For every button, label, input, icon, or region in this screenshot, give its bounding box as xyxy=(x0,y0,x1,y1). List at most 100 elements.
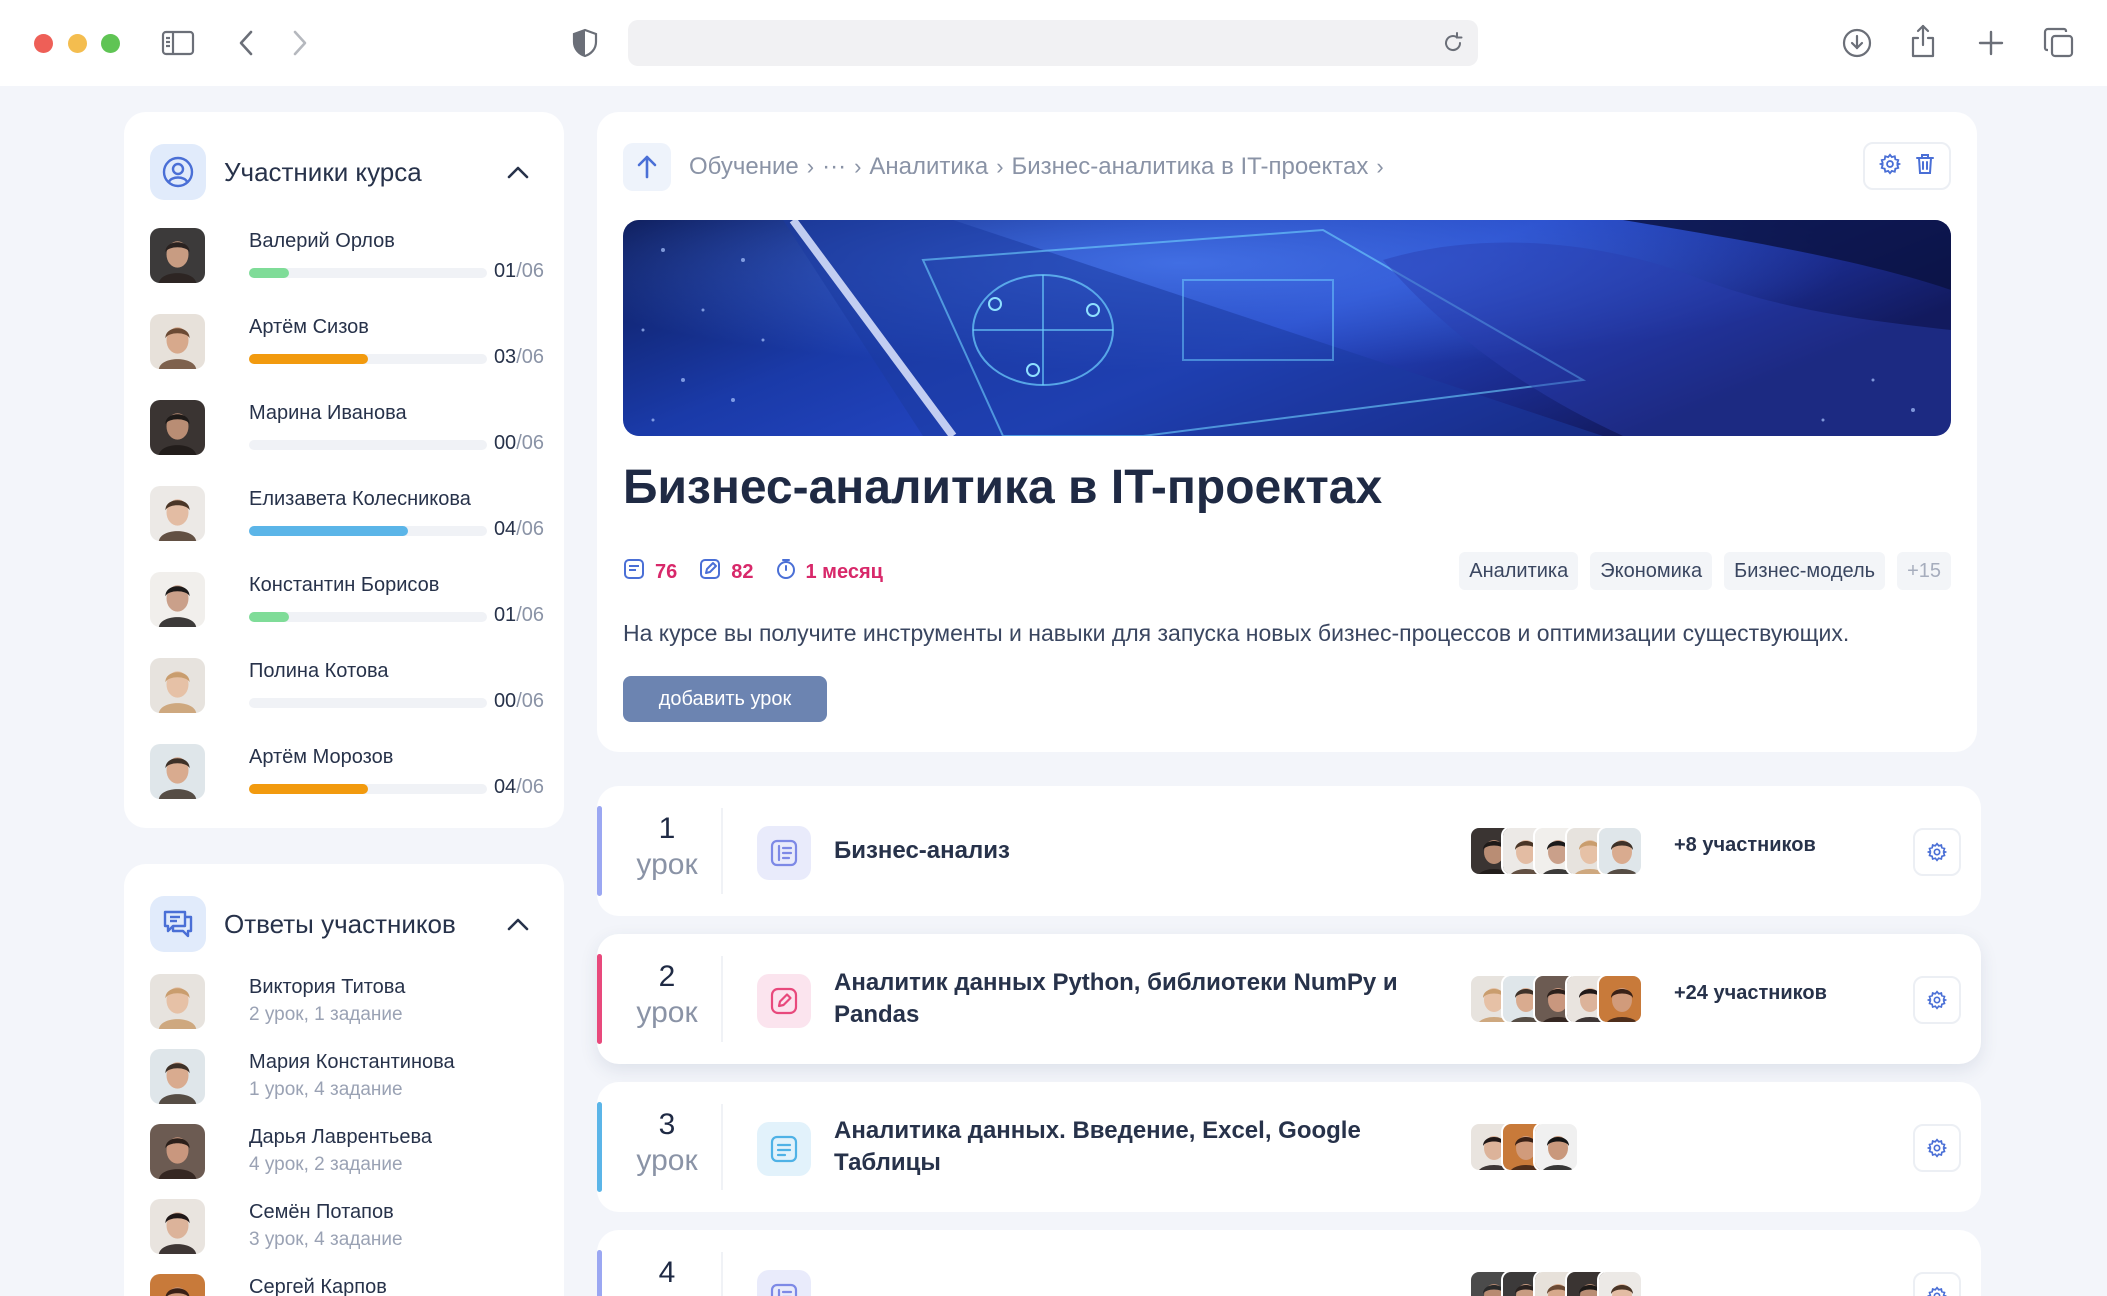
answers-panel-header: Ответы участников xyxy=(150,896,538,952)
tag-analytics[interactable]: Аналитика xyxy=(1459,552,1579,590)
participant-avatar-stack[interactable] xyxy=(1469,1270,1643,1296)
divider xyxy=(721,1252,723,1296)
share-icon[interactable] xyxy=(1908,22,1938,60)
document-icon xyxy=(757,1122,811,1176)
answer-author-name: Мария Константинова xyxy=(249,1051,455,1073)
breadcrumb-ellipsis[interactable]: ··· xyxy=(822,153,846,181)
member-row[interactable]: Константин Борисов 01/06 xyxy=(150,572,546,632)
close-window-button[interactable] xyxy=(34,34,53,53)
sidebar-icon[interactable] xyxy=(160,28,196,58)
answer-row[interactable]: Сергей Карпов xyxy=(150,1274,546,1296)
list-icon xyxy=(757,1270,811,1296)
progress-bar-fill xyxy=(249,612,290,622)
progress-total: 06 xyxy=(521,690,544,712)
shield-icon[interactable] xyxy=(570,26,600,60)
forward-icon[interactable] xyxy=(286,28,314,58)
gear-icon[interactable] xyxy=(1878,152,1902,180)
progress-bar-fill xyxy=(249,354,368,364)
lesson-card[interactable]: 2 урок Аналитик данных Python, библиотеки … xyxy=(597,934,1981,1064)
tag-list: Аналитика Экономика Бизнес-модель +15 xyxy=(1447,552,1951,590)
lesson-card[interactable]: 4урок xyxy=(597,1230,1981,1296)
back-icon[interactable] xyxy=(232,28,260,58)
answer-row[interactable]: Дарья Лаврентьева 4 урок, 2 задание xyxy=(150,1124,546,1184)
lesson-accent-bar xyxy=(597,1102,602,1192)
gear-icon[interactable] xyxy=(1913,1272,1961,1296)
lesson-accent-bar xyxy=(597,954,602,1044)
up-arrow-button[interactable] xyxy=(623,143,671,191)
add-lesson-button[interactable]: добавить урок xyxy=(623,676,827,722)
avatar xyxy=(150,228,205,283)
breadcrumb-item-training[interactable]: Обучение xyxy=(689,153,799,181)
breadcrumb-item-analytics[interactable]: Аналитика xyxy=(869,153,988,181)
collapse-chevron-up-icon[interactable] xyxy=(498,904,538,944)
avatar xyxy=(1597,826,1643,876)
progress-count: 00/06 xyxy=(494,690,544,713)
progress-count: 01/06 xyxy=(494,260,544,283)
breadcrumb: Обучение › ··· › Аналитика › Бизнес-анал… xyxy=(689,153,1392,181)
participant-avatar-stack[interactable] xyxy=(1469,826,1643,876)
zoom-window-button[interactable] xyxy=(101,34,120,53)
member-row[interactable]: Полина Котова 00/06 xyxy=(150,658,546,718)
course-card: Обучение › ··· › Аналитика › Бизнес-анал… xyxy=(597,112,1977,752)
lesson-title[interactable]: Бизнес-анализ xyxy=(834,786,1434,916)
gear-icon[interactable] xyxy=(1913,828,1961,876)
progress-count: 04/06 xyxy=(494,518,544,541)
lesson-number-word: урок xyxy=(636,996,698,1029)
minimize-window-button[interactable] xyxy=(68,34,87,53)
answer-lesson-task: 1 урок, 4 задание xyxy=(249,1079,403,1100)
new-tab-plus-icon[interactable] xyxy=(1976,28,2006,58)
lesson-title[interactable]: Аналитик данных Python, библиотеки NumPy… xyxy=(834,934,1434,1064)
progress-done: 01 xyxy=(493,604,517,626)
member-row[interactable]: Елизавета Колесникова 04/06 xyxy=(150,486,546,546)
participant-avatar-stack[interactable] xyxy=(1469,974,1643,1024)
avatar xyxy=(150,1049,205,1104)
avatar xyxy=(150,658,205,713)
member-name: Артём Сизов xyxy=(249,316,369,338)
answer-lesson-task: 2 урок, 1 задание xyxy=(249,1004,403,1025)
member-row[interactable]: Марина Иванова 00/06 xyxy=(150,400,546,460)
reload-icon[interactable] xyxy=(1442,32,1464,59)
progress-count: 03/06 xyxy=(494,346,544,369)
gear-icon[interactable] xyxy=(1913,976,1961,1024)
collapse-chevron-up-icon[interactable] xyxy=(498,152,538,192)
lesson-card[interactable]: 1 урок Бизнес-анализ +8 участников xyxy=(597,786,1981,916)
lesson-number-value: 2 xyxy=(658,960,676,993)
gear-icon[interactable] xyxy=(1913,1124,1961,1172)
participants-more-count: +8 участников xyxy=(1674,834,1816,856)
trash-icon[interactable] xyxy=(1915,153,1935,180)
participant-avatar-stack[interactable] xyxy=(1469,1122,1579,1172)
address-bar[interactable] xyxy=(628,20,1478,66)
answer-lesson-task: 4 урок, 2 задание xyxy=(249,1154,403,1175)
tag-economics[interactable]: Экономика xyxy=(1590,552,1713,590)
progress-done: 00 xyxy=(493,690,517,712)
answer-author-name: Семён Потапов xyxy=(249,1201,394,1223)
progress-bar-fill xyxy=(249,526,409,536)
page-content: Участники курса Валерий Орлов 01/06 Артём … xyxy=(0,86,2107,1296)
download-icon[interactable] xyxy=(1840,26,1874,60)
member-row[interactable]: Артём Сизов 03/06 xyxy=(150,314,546,374)
lesson-number-value: 1 xyxy=(658,812,676,845)
member-row[interactable]: Артём Морозов 04/06 xyxy=(150,744,546,804)
avatar xyxy=(1597,1270,1643,1296)
avatar xyxy=(150,400,205,455)
lesson-card[interactable]: 3 урок Аналитика данных. Введение, Excel, … xyxy=(597,1082,1981,1212)
lesson-number: 1 урок xyxy=(617,812,717,884)
answers-panel-title: Ответы участников xyxy=(224,908,456,939)
tag-business-model[interactable]: Бизнес-модель xyxy=(1724,552,1886,590)
answer-row[interactable]: Виктория Титова 2 урок, 1 задание xyxy=(150,974,546,1034)
lesson-title[interactable]: Аналитика данных. Введение, Excel, Googl… xyxy=(834,1082,1434,1212)
member-name: Полина Котова xyxy=(249,660,389,682)
avatar xyxy=(150,572,205,627)
lesson-accent-bar xyxy=(597,806,602,896)
breadcrumb-item-current[interactable]: Бизнес-аналитика в IT-проектах xyxy=(1012,153,1369,181)
tags-more-badge[interactable]: +15 xyxy=(1897,552,1951,590)
member-row[interactable]: Валерий Орлов 01/06 xyxy=(150,228,546,288)
avatar xyxy=(150,1274,205,1296)
answer-row[interactable]: Семён Потапов 3 урок, 4 задание xyxy=(150,1199,546,1259)
tasks-count: 82 xyxy=(731,560,754,583)
answer-row[interactable]: Мария Константинова 1 урок, 4 задание xyxy=(150,1049,546,1109)
edit-icon xyxy=(699,558,731,586)
tabs-overview-icon[interactable] xyxy=(2042,26,2076,60)
member-name: Марина Иванова xyxy=(249,402,407,424)
lessons-count: 76 xyxy=(655,560,678,583)
